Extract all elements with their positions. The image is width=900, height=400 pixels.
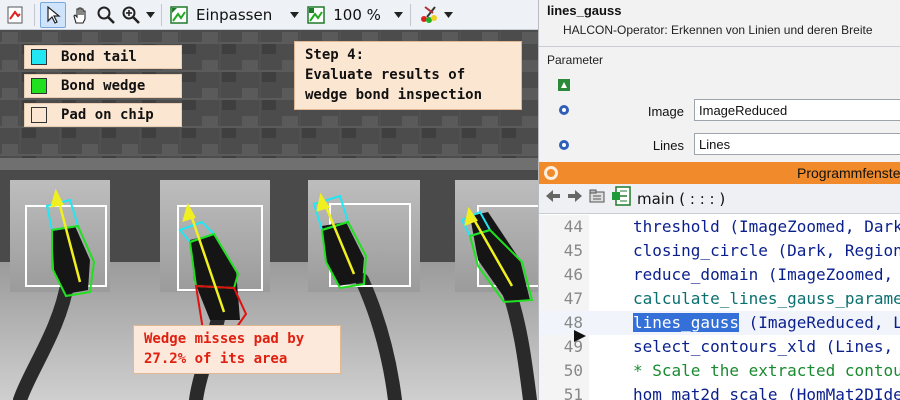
code-text: closing_circle (Dark, RegionClosing, 3.5… bbox=[633, 241, 900, 260]
code-text: lines_gauss (ImageReduced, Lines, Sigma,… bbox=[633, 311, 900, 335]
step-annotation: Step 4: Evaluate results of wedge bond i… bbox=[294, 41, 522, 110]
step-line: Step 4: bbox=[305, 47, 365, 63]
code-text: hom_mat2d_scale (HomMat2DIdentity, 0.5, … bbox=[633, 385, 900, 400]
code-line[interactable]: 47 calculate_lines_gauss_parameters (17,… bbox=[539, 287, 900, 311]
fit-dropdown-chevron-down-icon[interactable] bbox=[288, 2, 300, 28]
code-line[interactable]: 44 threshold (ImageZoomed, Dark, 0, 80) bbox=[539, 215, 900, 239]
operator-name: lines_gauss bbox=[547, 3, 622, 18]
code-line[interactable]: 45 closing_circle (Dark, RegionClosing, … bbox=[539, 239, 900, 263]
legend-item-bond-wedge: Bond wedge bbox=[24, 74, 182, 98]
legend-swatch bbox=[31, 49, 47, 65]
pointer-tool-icon[interactable] bbox=[40, 1, 66, 28]
program-counter-arrow-icon bbox=[573, 329, 587, 348]
color-paint-icon[interactable] bbox=[416, 2, 442, 28]
code-line-current[interactable]: 48 lines_gauss (ImageReduced, Lines, Sig… bbox=[539, 311, 900, 335]
procedure-folder-icon[interactable] bbox=[589, 189, 605, 208]
line-number: 50 bbox=[563, 361, 583, 380]
defect-alert: Wedge misses pad by 27.2% of its area bbox=[133, 325, 341, 374]
halcon-logo-icon bbox=[543, 165, 559, 186]
zoom-level-chevron-down-icon[interactable] bbox=[393, 2, 405, 28]
legend-swatch bbox=[31, 107, 47, 123]
code-editor[interactable]: 44 threshold (ImageZoomed, Dark, 0, 80) … bbox=[539, 215, 900, 400]
step-line: Evaluate results of bbox=[305, 67, 466, 83]
fit-window-icon[interactable] bbox=[167, 2, 191, 28]
legend-label: Pad on chip bbox=[61, 107, 154, 123]
code-line[interactable]: 51 hom_mat2d_scale (HomMat2DIdentity, 0.… bbox=[539, 383, 900, 400]
zoom-level-label[interactable]: 100 % bbox=[329, 6, 385, 24]
code-text: select_contours_xld (Lines, SelectedCont… bbox=[633, 337, 900, 356]
lines-parameter-icon bbox=[557, 138, 571, 157]
line-number: 47 bbox=[563, 289, 583, 308]
legend-swatch bbox=[31, 78, 47, 94]
graphics-toolbar: Einpassen 100 % bbox=[0, 0, 538, 30]
legend-label: Bond tail bbox=[61, 49, 137, 65]
tool-settings-icon[interactable] bbox=[2, 2, 28, 28]
alert-line: Wedge misses pad by bbox=[144, 331, 305, 347]
zoom-factor-icon[interactable] bbox=[304, 2, 328, 28]
step-line: wedge bond inspection bbox=[305, 87, 483, 103]
pan-hand-icon[interactable] bbox=[67, 2, 93, 28]
line-number: 46 bbox=[563, 265, 583, 284]
graphics-window: Einpassen 100 % Bond tail Bond wedge Pad… bbox=[0, 0, 538, 400]
selected-operator: lines_gauss bbox=[633, 313, 739, 332]
code-text: * Scale the extracted contours bbox=[633, 361, 900, 380]
program-window-title: Programmfenster bbox=[797, 165, 900, 181]
operator-description: HALCON-Operator: Erkennen von Linien und… bbox=[563, 23, 873, 37]
procedure-selector[interactable]: main ( : : : ) bbox=[637, 190, 725, 208]
line-number: 44 bbox=[563, 217, 583, 236]
color-dropdown-chevron-down-icon[interactable] bbox=[443, 2, 455, 28]
legend-item-bond-tail: Bond tail bbox=[24, 45, 182, 69]
code-line[interactable]: 50 * Scale the extracted contours bbox=[539, 359, 900, 383]
legend-label: Bond wedge bbox=[61, 78, 146, 94]
forward-arrow-icon[interactable] bbox=[567, 189, 583, 208]
toolbar-separator bbox=[34, 3, 35, 26]
program-window-titlebar[interactable]: Programmfenster bbox=[539, 162, 900, 184]
param-label-lines: Lines bbox=[652, 138, 684, 153]
zoom-dropdown-chevron-down-icon[interactable] bbox=[144, 2, 156, 28]
magnifier-icon[interactable] bbox=[94, 2, 118, 28]
image-parameter-icon bbox=[557, 103, 571, 122]
procedure-icon bbox=[611, 186, 631, 211]
code-line[interactable]: 49 select_contours_xld (Lines, SelectedC… bbox=[539, 335, 900, 359]
back-arrow-icon[interactable] bbox=[545, 189, 561, 208]
code-text: threshold (ImageZoomed, Dark, 0, 80) bbox=[633, 217, 900, 236]
program-window: Programmfenster main ( : : : ) 44 thresh… bbox=[538, 162, 900, 400]
code-text: reduce_domain (ImageZoomed, RegionClosin… bbox=[633, 265, 900, 284]
parameter-section-title: Parameter bbox=[547, 53, 604, 67]
code-line[interactable]: 46 reduce_domain (ImageZoomed, RegionClo… bbox=[539, 263, 900, 287]
line-number: 45 bbox=[563, 241, 583, 260]
divider bbox=[539, 46, 900, 47]
code-text: calculate_lines_gauss_parameters (17, [2… bbox=[633, 289, 900, 308]
toolbar-separator bbox=[161, 3, 162, 26]
fit-mode-label[interactable]: Einpassen bbox=[192, 6, 276, 24]
program-toolbar: main ( : : : ) bbox=[539, 184, 900, 214]
alert-line: 27.2% of its area bbox=[144, 351, 288, 367]
toolbar-separator bbox=[409, 3, 411, 26]
param-field-lines[interactable]: Lines bbox=[694, 133, 900, 155]
param-field-image[interactable]: ImageReduced bbox=[694, 99, 900, 121]
code-text-rest: (ImageReduced, Lines, Sigma, Low, High) bbox=[748, 313, 900, 332]
zoom-in-icon[interactable] bbox=[119, 2, 143, 28]
param-label-image: Image bbox=[647, 104, 684, 119]
operator-flow-icon bbox=[557, 78, 571, 97]
line-number: 51 bbox=[563, 385, 583, 400]
operator-window: lines_gauss HALCON-Operator: Erkennen vo… bbox=[538, 0, 900, 162]
legend-item-pad-on-chip: Pad on chip bbox=[24, 103, 182, 127]
